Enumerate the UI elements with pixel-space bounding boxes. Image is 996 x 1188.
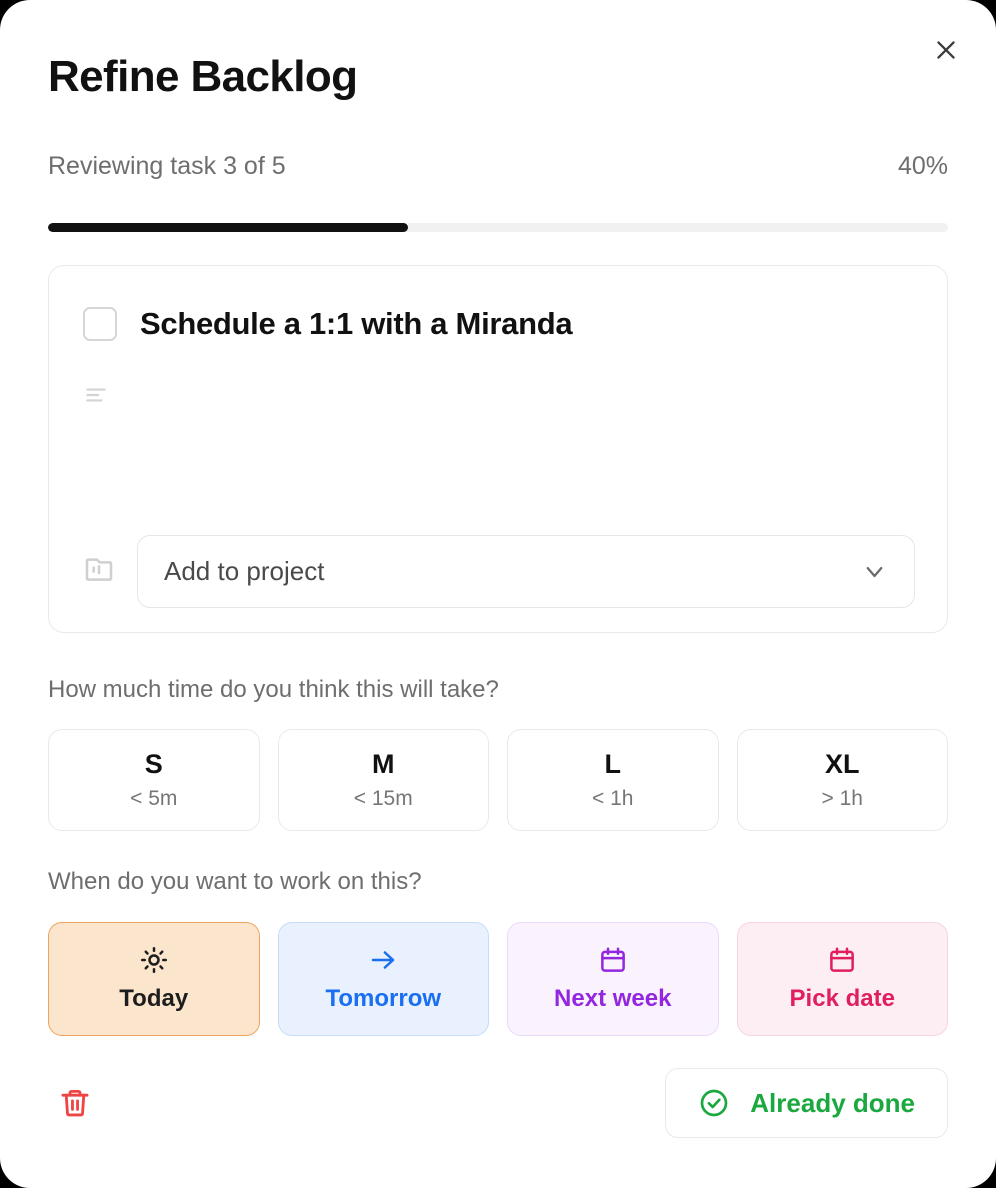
progress-percent-label: 40% [897, 152, 948, 180]
time-estimate-l-button[interactable]: L < 1h [507, 729, 719, 831]
time-estimate-m-button[interactable]: M < 15m [277, 729, 489, 831]
folder-kanban-icon [83, 553, 115, 590]
time-estimate-xl-button[interactable]: XL > 1h [736, 729, 948, 831]
task-description-input[interactable] [132, 378, 913, 468]
already-done-label: Already done [750, 1087, 915, 1118]
time-estimate-size-label: L [604, 749, 622, 779]
progress-status-row: Reviewing task 3 of 5 40% [48, 152, 948, 181]
time-estimate-duration-label: > 1h [821, 787, 863, 810]
task-description-row [83, 378, 913, 468]
close-button[interactable] [924, 28, 968, 72]
time-estimate-duration-label: < 5m [130, 787, 178, 810]
align-left-icon [83, 378, 109, 468]
time-estimate-duration-label: < 1h [592, 787, 634, 810]
task-project-row: Add to project [83, 535, 915, 608]
trash-icon [61, 1089, 89, 1117]
time-estimate-size-label: M [372, 749, 395, 779]
close-icon [937, 41, 955, 59]
when-option-label: Pick date [789, 985, 895, 1012]
time-estimate-size-label: S [144, 749, 163, 779]
arrow-right-icon [368, 945, 398, 975]
time-estimate-duration-label: < 15m [353, 787, 413, 810]
when-option-label: Next week [554, 985, 672, 1012]
when-option-label: Today [119, 985, 189, 1012]
page-title: Refine Backlog [48, 52, 358, 101]
delete-task-button[interactable] [48, 1076, 102, 1130]
time-section-label: How much time do you think this will tak… [48, 676, 499, 703]
time-estimate-size-label: XL [824, 749, 860, 779]
modal-footer: Already done [48, 1068, 948, 1138]
add-to-project-value: Add to project [164, 556, 325, 586]
when-option-next-week-button[interactable]: Next week [507, 922, 719, 1036]
calendar-icon [827, 945, 857, 975]
task-title[interactable]: Schedule a 1:1 with a Miranda [140, 306, 573, 342]
task-header: Schedule a 1:1 with a Miranda [83, 306, 573, 342]
progress-bar-fill [48, 223, 408, 232]
task-complete-checkbox[interactable] [83, 307, 117, 341]
when-option-pick-date-button[interactable]: Pick date [736, 922, 948, 1036]
progress-status-text: Reviewing task 3 of 5 [48, 152, 286, 180]
sun-icon [139, 945, 169, 975]
progress-bar [48, 223, 948, 232]
task-card: Schedule a 1:1 with a Miranda Add to pro… [48, 265, 948, 633]
calendar-icon [598, 945, 628, 975]
circle-check-icon [698, 1087, 730, 1119]
add-to-project-select[interactable]: Add to project [137, 535, 915, 608]
when-option-today-button[interactable]: Today [48, 922, 260, 1036]
when-options: Today Tomorrow Next week Pick date [48, 922, 948, 1036]
already-done-button[interactable]: Already done [665, 1068, 948, 1138]
time-estimate-s-button[interactable]: S < 5m [48, 729, 260, 831]
when-option-tomorrow-button[interactable]: Tomorrow [277, 922, 489, 1036]
when-option-label: Tomorrow [325, 985, 442, 1012]
chevron-down-icon [861, 558, 888, 585]
time-estimate-options: S < 5m M < 15m L < 1h XL > 1h [48, 729, 948, 831]
when-section-label: When do you want to work on this? [48, 868, 422, 895]
refine-backlog-modal: Refine Backlog Reviewing task 3 of 5 40%… [0, 0, 996, 1188]
